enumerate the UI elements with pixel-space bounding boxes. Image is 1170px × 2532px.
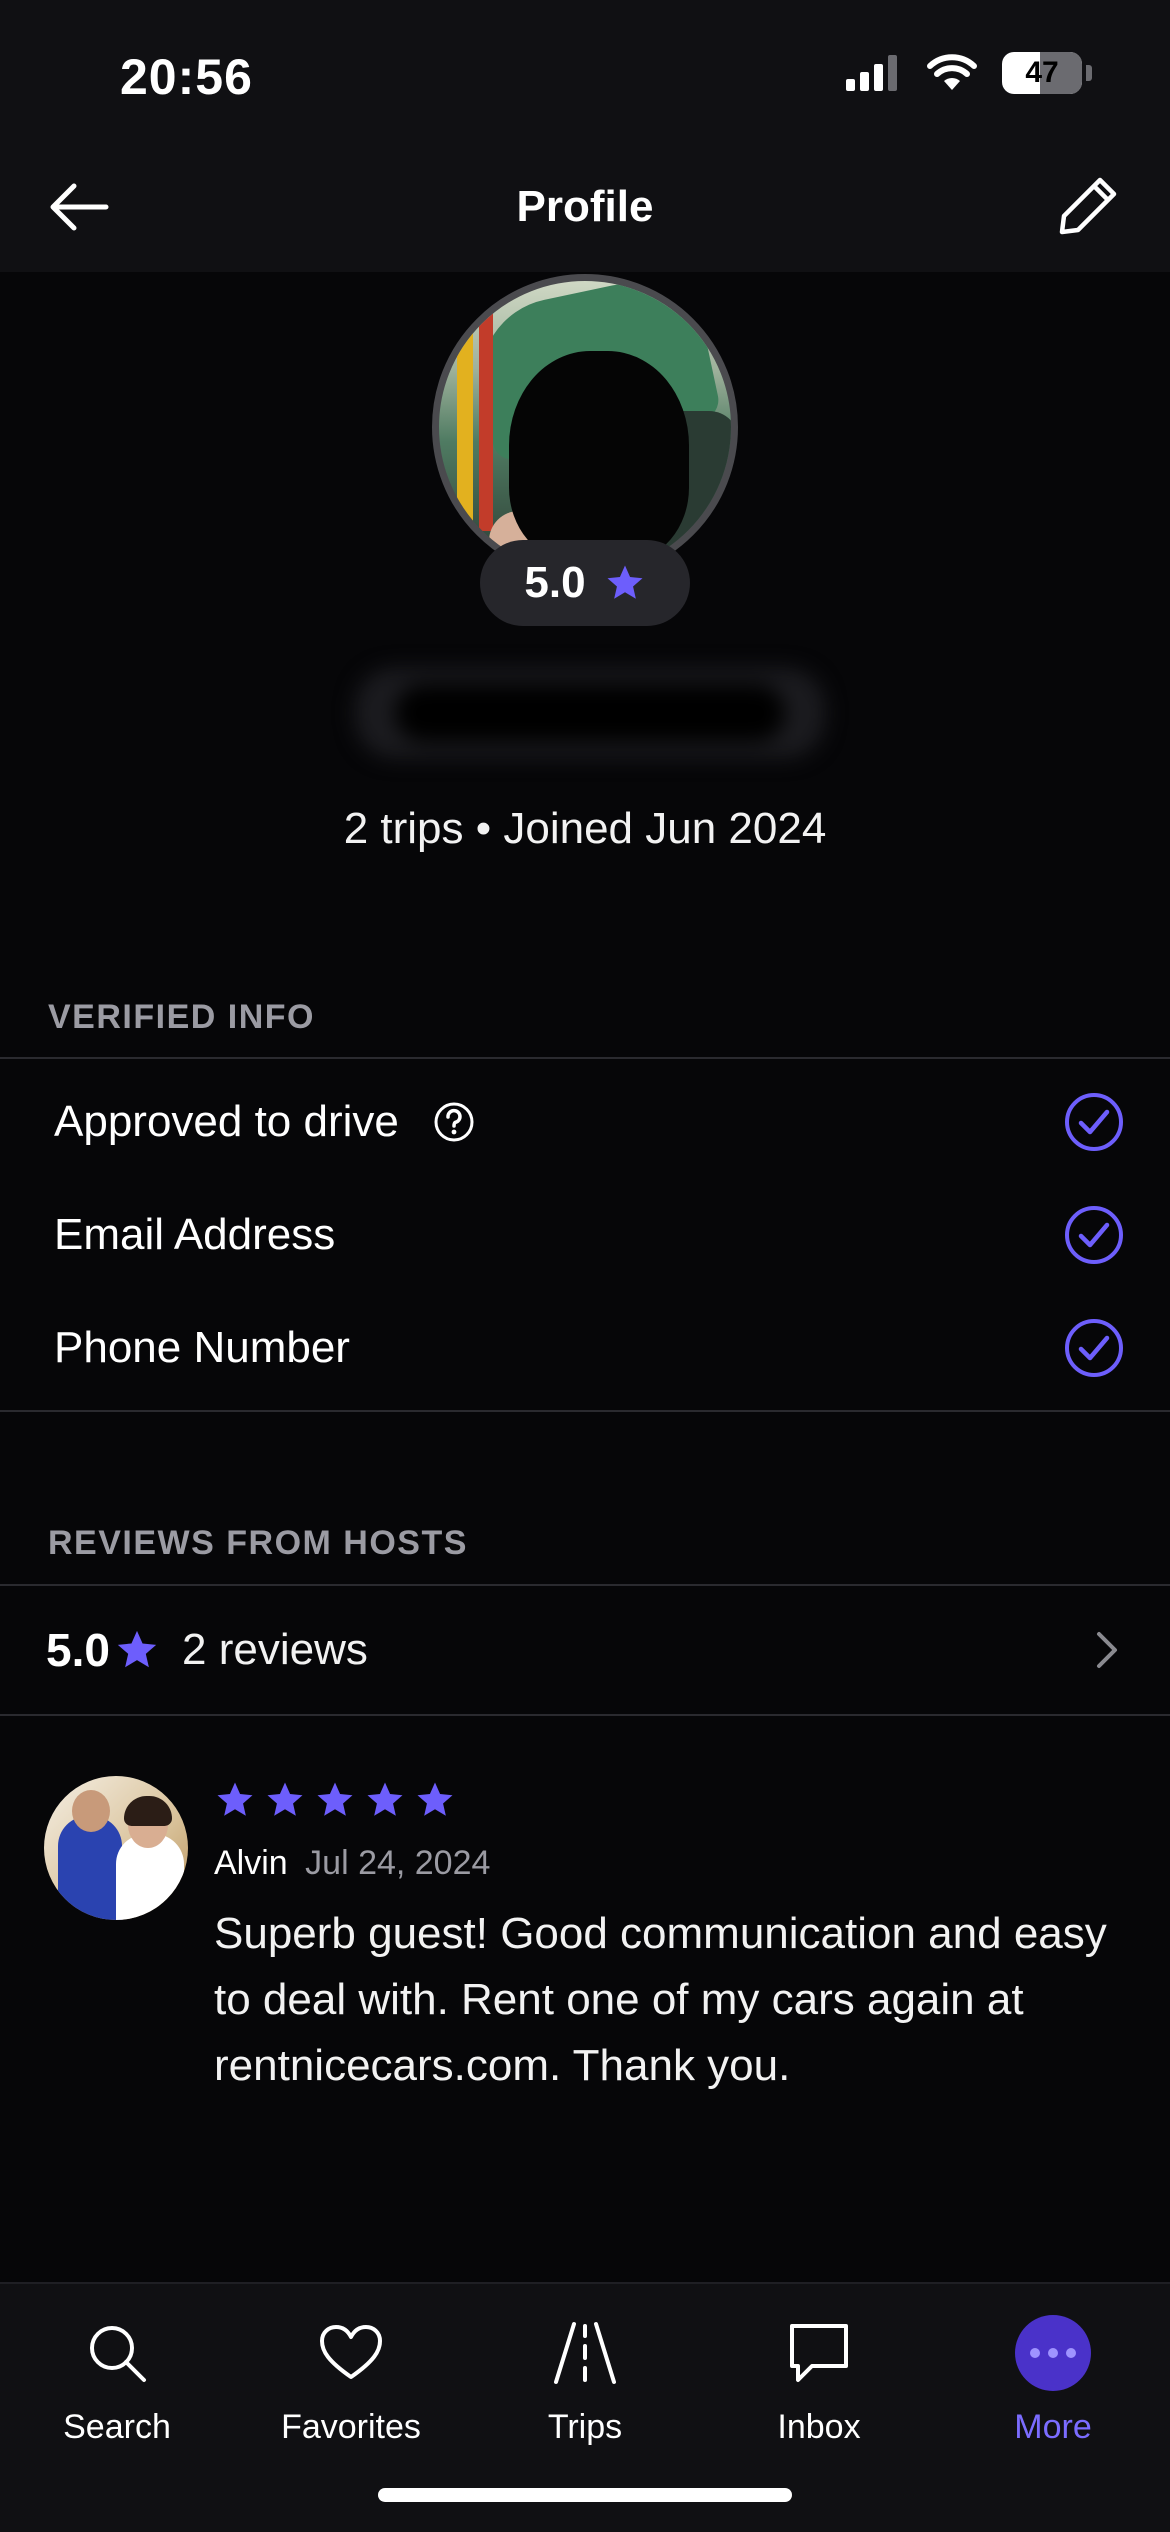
reviewer-avatar[interactable] bbox=[44, 1776, 188, 1920]
verified-item-phone: Phone Number bbox=[0, 1292, 1170, 1404]
star-icon bbox=[217, 1782, 253, 1816]
profile-avatar[interactable] bbox=[432, 274, 738, 580]
verified-item-label: Email Address bbox=[54, 1210, 336, 1259]
edit-profile-button[interactable] bbox=[1050, 168, 1126, 244]
reviews-average-value: 5.0 bbox=[46, 1624, 110, 1676]
review-star-rating bbox=[214, 1776, 1134, 1824]
profile-stats: 2 trips • Joined Jun 2024 bbox=[343, 804, 827, 853]
cellular-signal-icon bbox=[846, 55, 897, 91]
verified-check-icon bbox=[1065, 1206, 1123, 1264]
verified-check-icon bbox=[1065, 1093, 1123, 1151]
star-icon bbox=[317, 1782, 353, 1816]
review-date: Jul 24, 2024 bbox=[305, 1844, 491, 1882]
tab-label: More bbox=[1014, 2408, 1092, 2446]
pencil-icon bbox=[1059, 177, 1117, 235]
tab-label: Trips bbox=[547, 2408, 623, 2446]
more-icon bbox=[1015, 2315, 1091, 2391]
tab-trips[interactable]: Trips bbox=[468, 2298, 702, 2478]
star-icon bbox=[607, 565, 643, 599]
battery-percent: 47 bbox=[1025, 56, 1059, 89]
search-icon bbox=[90, 2326, 146, 2382]
road-icon bbox=[554, 2322, 616, 2384]
tab-label: Inbox bbox=[777, 2408, 861, 2446]
tab-favorites[interactable]: Favorites bbox=[234, 2298, 468, 2478]
tab-label: Search bbox=[63, 2408, 171, 2446]
verified-item-approved-to-drive: Approved to drive bbox=[0, 1066, 1170, 1178]
battery-icon: 47 bbox=[1002, 52, 1082, 94]
reviews-summary-row[interactable]: 5.0 2 reviews bbox=[0, 1586, 1170, 1714]
heart-icon bbox=[320, 2325, 382, 2379]
wifi-icon bbox=[927, 54, 977, 90]
star-icon bbox=[417, 1782, 453, 1816]
verified-info-heading: VERIFIED INFO bbox=[48, 998, 315, 1036]
redacted-profile-name bbox=[355, 668, 825, 758]
review-text: Superb guest! Good communication and eas… bbox=[214, 1909, 1107, 2090]
verified-check-icon bbox=[1065, 1319, 1123, 1377]
divider bbox=[0, 1410, 1170, 1412]
verified-item-label: Phone Number bbox=[54, 1323, 350, 1372]
help-icon[interactable] bbox=[433, 1101, 475, 1143]
profile-rating-value: 5.0 bbox=[524, 558, 586, 607]
status-time: 20:56 bbox=[120, 49, 253, 105]
reviews-average: 5.0 bbox=[46, 1623, 160, 1677]
divider bbox=[0, 1057, 1170, 1059]
review-meta: Alvin Jul 24, 2024 bbox=[214, 1844, 1134, 1883]
star-icon bbox=[117, 1630, 157, 1668]
verified-item-email: Email Address bbox=[0, 1179, 1170, 1291]
reviews-count: 2 reviews bbox=[182, 1625, 368, 1674]
review-body: Alvin Jul 24, 2024 Superb guest! Good co… bbox=[214, 1776, 1134, 2099]
chevron-right-icon bbox=[1097, 1632, 1117, 1668]
profile-rating-badge: 5.0 bbox=[480, 540, 690, 626]
reviews-heading: REVIEWS FROM HOSTS bbox=[48, 1524, 468, 1562]
profile-screen: 20:56 47 Profile 5.0 2 trips • Joined Ju… bbox=[0, 0, 1170, 2532]
tab-search[interactable]: Search bbox=[0, 2298, 234, 2478]
verified-item-label: Approved to drive bbox=[54, 1097, 399, 1146]
page-title: Profile bbox=[516, 182, 654, 231]
chat-icon bbox=[790, 2324, 848, 2382]
battery-tip bbox=[1086, 65, 1092, 81]
review-author[interactable]: Alvin bbox=[214, 1844, 288, 1882]
star-icon bbox=[367, 1782, 403, 1816]
tab-more[interactable]: More bbox=[936, 2298, 1170, 2478]
tab-inbox[interactable]: Inbox bbox=[702, 2298, 936, 2478]
star-icon bbox=[267, 1782, 303, 1816]
tab-label: Favorites bbox=[281, 2408, 421, 2446]
divider bbox=[0, 1714, 1170, 1716]
status-icons: 47 bbox=[846, 52, 1092, 94]
home-indicator[interactable] bbox=[378, 2488, 792, 2502]
